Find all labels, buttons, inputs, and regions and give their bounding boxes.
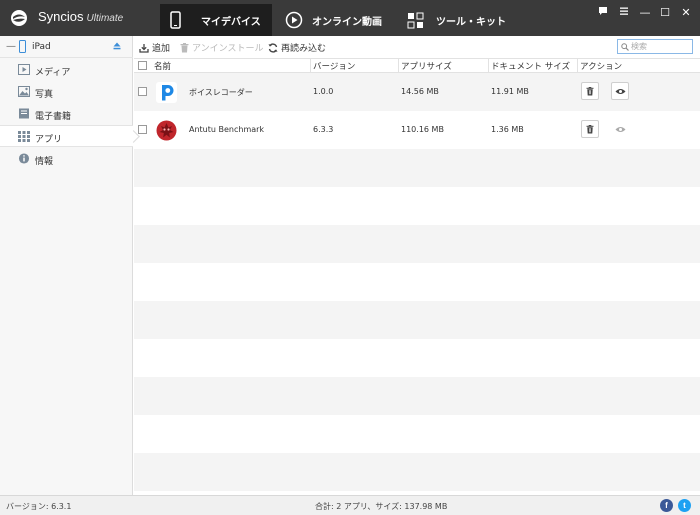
app-name: Antutu Benchmark <box>189 125 265 134</box>
sidebar-item-media[interactable]: メディア <box>0 59 133 81</box>
book-icon <box>19 108 29 119</box>
antutu-app-icon <box>156 120 177 141</box>
menu-icon <box>620 7 628 15</box>
toolkit-grid-icon <box>407 12 424 29</box>
summary-label: 合計: 2 アプリ、サイズ: 137.98 MB <box>315 502 448 511</box>
search-box[interactable] <box>617 39 693 54</box>
voice-recorder-app-icon <box>156 82 177 103</box>
view-app-button[interactable] <box>611 82 629 100</box>
app-name: ボイスレコーダー <box>189 88 253 97</box>
toolbar: 追加 アンインストール 再読み込む <box>134 36 700 58</box>
menu-button[interactable] <box>617 6 631 20</box>
sidebar-item-photos[interactable]: 写真 <box>0 81 133 103</box>
syncios-logo-icon <box>11 10 27 26</box>
title-bar: Syncios Ultimate マイデバイス オンライン動画 ツール・キット —… <box>0 0 700 36</box>
tab-my-devices[interactable]: マイデバイス <box>160 4 272 36</box>
maximize-button[interactable]: ☐ <box>658 6 672 20</box>
tab-online-video[interactable]: オンライン動画 <box>285 4 395 36</box>
trash-icon <box>586 124 594 133</box>
column-divider <box>398 59 399 72</box>
column-divider <box>577 59 578 72</box>
tab-online-video-label: オンライン動画 <box>312 16 382 28</box>
add-button[interactable]: 追加 <box>139 41 170 54</box>
app-size: 14.56 MB <box>401 87 439 96</box>
trash-icon <box>586 86 594 95</box>
empty-row <box>134 225 700 263</box>
column-header-action: アクション <box>580 62 623 72</box>
phone-icon <box>170 11 181 29</box>
eye-icon <box>615 126 625 132</box>
close-button[interactable]: ✕ <box>679 6 693 20</box>
chat-icon <box>599 7 607 15</box>
sidebar-item-info[interactable]: 情報 <box>0 148 133 170</box>
device-header[interactable]: — iPad <box>0 36 133 58</box>
app-title: Syncios Ultimate <box>38 9 123 24</box>
app-version: 6.3.3 <box>313 125 334 134</box>
table-row[interactable]: ボイスレコーダー 1.0.0 14.56 MB 11.91 MB <box>134 73 700 111</box>
facebook-icon[interactable]: f <box>660 499 673 512</box>
reload-button[interactable]: 再読み込む <box>268 41 326 54</box>
app-edition: Ultimate <box>86 13 124 24</box>
feedback-button[interactable] <box>596 6 610 20</box>
row-checkbox[interactable] <box>138 125 147 134</box>
media-icon <box>18 64 30 75</box>
sidebar-item-label: 写真 <box>35 90 54 100</box>
tablet-icon <box>19 40 26 53</box>
column-header-version[interactable]: バージョン <box>313 60 355 72</box>
tab-my-devices-label: マイデバイス <box>201 16 261 28</box>
table-header: 名前 バージョン アプリサイズ ドキュメント サイズ アクション <box>134 58 700 73</box>
app-size: 110.16 MB <box>401 125 444 134</box>
empty-row <box>134 377 700 415</box>
app-list: ボイスレコーダー 1.0.0 14.56 MB 11.91 MB Antutu … <box>134 73 700 495</box>
app-name: Syncios <box>38 9 84 24</box>
sidebar-item-label: メディア <box>35 68 71 78</box>
table-row[interactable]: Antutu Benchmark 6.3.3 110.16 MB 1.36 MB <box>134 111 700 149</box>
status-bar: バージョン: 6.3.1 合計: 2 アプリ、サイズ: 137.98 MB f … <box>0 495 700 515</box>
sidebar-item-label: 情報 <box>35 157 54 167</box>
app-version: 1.0.0 <box>313 87 334 96</box>
photo-icon <box>18 86 30 97</box>
tab-toolkit-label: ツール・キット <box>436 16 506 28</box>
empty-row <box>134 149 700 187</box>
sidebar: — iPad メディア 写真 電子書籍 アプリ 情報 <box>0 36 133 495</box>
delete-app-button[interactable] <box>581 120 599 138</box>
play-circle-icon <box>285 11 303 29</box>
refresh-icon <box>268 42 278 53</box>
eye-icon <box>615 88 625 94</box>
info-icon <box>18 153 30 164</box>
twitter-icon[interactable]: t <box>678 499 691 512</box>
version-label: バージョン: 6.3.1 <box>6 502 72 511</box>
sidebar-item-label: アプリ <box>35 135 63 145</box>
document-size: 1.36 MB <box>491 125 524 134</box>
row-checkbox[interactable] <box>138 87 147 96</box>
select-all-checkbox[interactable] <box>138 61 147 70</box>
delete-app-button[interactable] <box>581 82 599 100</box>
sidebar-item-ebooks[interactable]: 電子書籍 <box>0 103 133 125</box>
uninstall-button[interactable]: アンインストール <box>180 41 263 54</box>
uninstall-button-label: アンインストール <box>192 44 264 54</box>
reload-button-label: 再読み込む <box>281 44 327 54</box>
add-icon <box>139 43 149 53</box>
view-app-button[interactable] <box>611 120 629 138</box>
empty-row <box>134 453 700 491</box>
sidebar-item-apps[interactable]: アプリ <box>0 125 133 147</box>
minimize-button[interactable]: — <box>638 6 652 20</box>
column-divider <box>310 59 311 72</box>
tab-toolkit[interactable]: ツール・キット <box>407 4 517 36</box>
device-name: iPad <box>32 42 51 52</box>
search-icon <box>621 42 629 51</box>
trash-icon <box>180 42 189 52</box>
column-header-name[interactable]: 名前 <box>154 60 171 72</box>
document-size: 11.91 MB <box>491 87 529 96</box>
column-header-app-size[interactable]: アプリサイズ <box>401 60 452 72</box>
sidebar-item-label: 電子書籍 <box>35 112 72 122</box>
column-header-document-size[interactable]: ドキュメント サイズ <box>491 60 570 72</box>
collapse-device-toggle[interactable]: — <box>6 41 16 52</box>
column-divider <box>488 59 489 72</box>
eject-icon[interactable] <box>113 42 121 50</box>
empty-row <box>134 301 700 339</box>
add-button-label: 追加 <box>152 44 171 54</box>
search-input[interactable] <box>631 42 689 51</box>
apps-grid-icon <box>18 131 30 142</box>
